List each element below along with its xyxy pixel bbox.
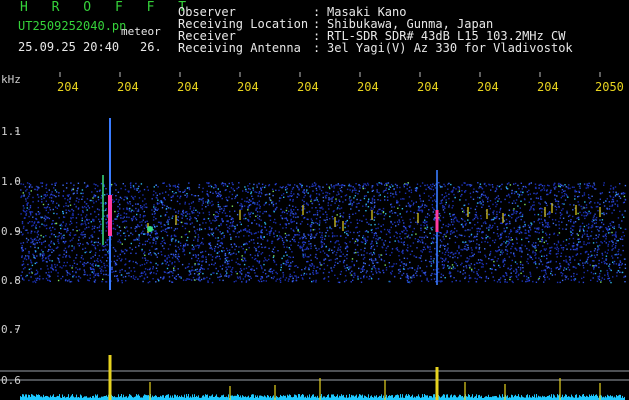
app-title: H R O F F T — [20, 0, 195, 15]
x-tick-label: 204 — [357, 80, 379, 94]
y-axis-unit: kHz — [1, 73, 21, 86]
x-tick-label: 204 — [537, 80, 559, 94]
count-label: 26. — [140, 40, 162, 54]
y-tick-label: 0.9 — [1, 225, 21, 238]
x-tick-label: 204 — [417, 80, 439, 94]
y-tick-label: 1.0 — [1, 175, 21, 188]
spectrogram-canvas — [0, 72, 629, 400]
mode-label: meteor — [121, 25, 161, 38]
file-name: UT2509252040.pn — [18, 19, 127, 33]
x-tick-label: 204 — [177, 80, 199, 94]
x-tick-label: 204 — [57, 80, 79, 94]
field-value-antenna: 3el Yagi(V) Az 330 for Vladivostok — [327, 41, 573, 55]
x-tick-label: 204 — [237, 80, 259, 94]
echo-blob — [147, 226, 153, 232]
field-sep-antenna: : — [313, 41, 321, 55]
y-tick-label: 0.6 — [1, 374, 21, 387]
x-tick-label: 2050 — [595, 80, 624, 94]
x-tick-label: 204 — [117, 80, 139, 94]
y-tick-label: 0.7 — [1, 323, 21, 336]
y-tick-label: 1.1 — [1, 125, 21, 138]
x-tick-label: 204 — [477, 80, 499, 94]
date-time: 25.09.25 20:40 — [18, 40, 120, 54]
x-tick-label: 204 — [297, 80, 319, 94]
y-tick-label: 0.8 — [1, 274, 21, 287]
field-label-antenna: Receiving Antenna — [178, 41, 301, 55]
